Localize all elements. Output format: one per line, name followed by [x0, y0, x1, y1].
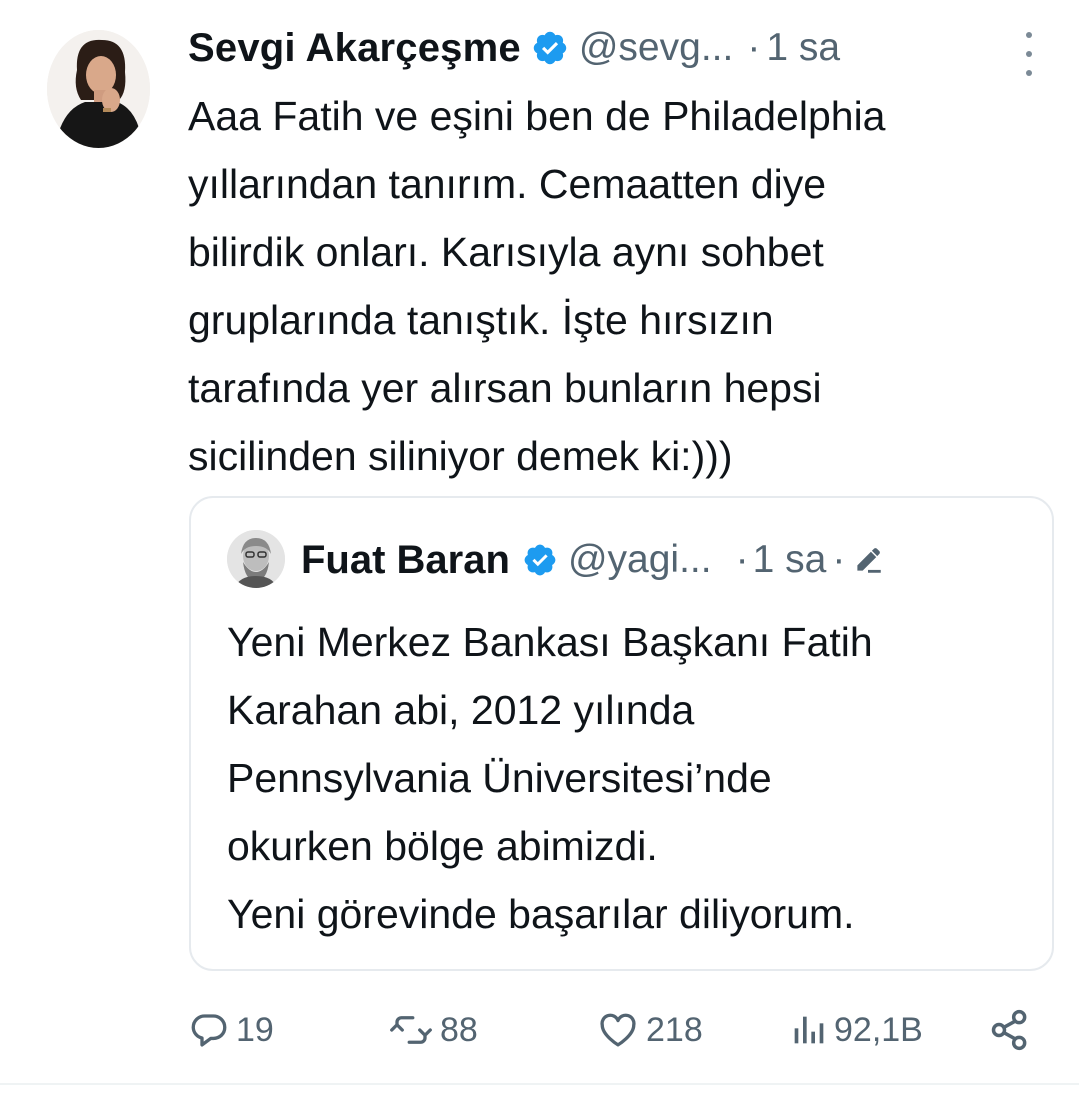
- tweet-text-line: yıllarından tanırım. Cemaatten diye: [188, 161, 827, 207]
- views-icon: [794, 1016, 824, 1044]
- quoted-text-line: Karahan abi, 2012 yılında: [227, 687, 695, 733]
- separator-dot: ·: [747, 26, 761, 69]
- quoted-text-line: okurken bölge abimizdi.: [227, 823, 658, 869]
- repost-button[interactable]: 88: [388, 1002, 478, 1058]
- tweet-text-line: gruplarında tanıştık. İşte hırsızın: [188, 297, 774, 343]
- quoted-tweet-time[interactable]: 1 sa: [753, 538, 827, 582]
- tweet-text-line: tarafında yer alırsan bunların hepsi: [188, 365, 822, 411]
- quoted-author-handle[interactable]: @yagi...: [568, 538, 712, 582]
- verified-badge-icon: [533, 31, 567, 65]
- share-button[interactable]: [988, 1002, 1032, 1058]
- quoted-author-avatar[interactable]: [227, 530, 285, 588]
- reply-icon: [191, 1014, 227, 1047]
- edit-pencil-icon: [857, 548, 882, 573]
- author-handle[interactable]: @sevg...: [579, 26, 733, 70]
- repost-icon: [390, 1016, 432, 1044]
- quoted-tweet-header: Fuat Baran @yagi... · 1 sa ·: [301, 532, 1012, 588]
- like-count: 218: [646, 1010, 703, 1049]
- share-icon: [991, 1009, 1027, 1051]
- author-avatar[interactable]: [47, 30, 150, 148]
- tweet-text: Aaa Fatih ve eşini ben de Philadelphia y…: [188, 82, 1058, 490]
- separator-dot: ·: [735, 538, 749, 581]
- more-options-icon[interactable]: [1017, 32, 1041, 76]
- action-bar: 19 88 218 92,1B: [188, 1002, 1048, 1058]
- quoted-tweet-text: Yeni Merkez Bankası Başkanı Fatih Karaha…: [227, 608, 1047, 948]
- tweet-text-line: bilirdik onları. Karısıyla aynı sohbet: [188, 229, 824, 275]
- quoted-text-line: Yeni Merkez Bankası Başkanı Fatih: [227, 619, 873, 665]
- views-button[interactable]: 92,1B: [788, 1002, 923, 1058]
- tweet[interactable]: Sevgi Akarçeşme @sevg... · 1 sa Aaa Fati…: [0, 0, 1079, 1093]
- quoted-author-name[interactable]: Fuat Baran: [301, 538, 510, 583]
- tweet-text-line: Aaa Fatih ve eşini ben de Philadelphia: [188, 93, 886, 139]
- verified-badge-icon: [524, 544, 556, 576]
- reply-button[interactable]: 19: [188, 1002, 274, 1058]
- tweet-time[interactable]: 1 sa: [766, 26, 840, 70]
- tweet-header: Sevgi Akarçeşme @sevg... · 1 sa: [188, 22, 1059, 74]
- like-icon: [600, 1013, 636, 1047]
- separator-dot: ·: [832, 538, 846, 581]
- author-name[interactable]: Sevgi Akarçeşme: [188, 26, 521, 71]
- divider: [0, 1083, 1079, 1085]
- reply-count: 19: [236, 1010, 274, 1049]
- repost-count: 88: [440, 1010, 478, 1049]
- tweet-text-line: sicilinden siliniyor demek ki:))): [188, 433, 733, 479]
- like-button[interactable]: 218: [596, 1002, 703, 1058]
- quoted-text-line: Pennsylvania Üniversitesi’nde: [227, 755, 772, 801]
- views-count: 92,1B: [834, 1010, 923, 1049]
- quoted-tweet[interactable]: Fuat Baran @yagi... · 1 sa · Yeni Merkez…: [189, 496, 1054, 971]
- quoted-text-line: Yeni görevinde başarılar diliyorum.: [227, 891, 855, 937]
